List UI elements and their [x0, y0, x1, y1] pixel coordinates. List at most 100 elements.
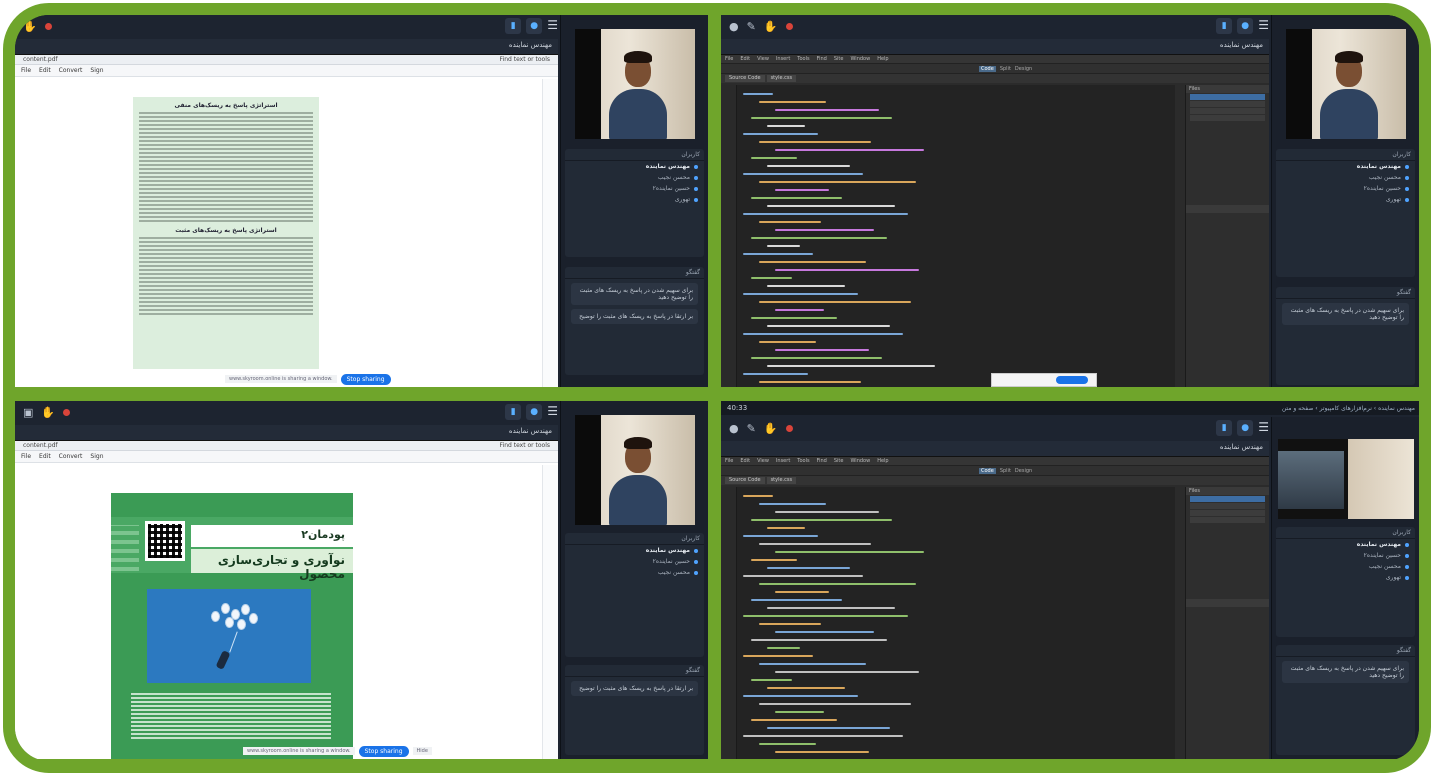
pdf-tab[interactable]: content.pdf: [23, 442, 58, 449]
menu-icon[interactable]: ☰: [1258, 420, 1269, 436]
user-row[interactable]: حسین نماینده٢: [1276, 550, 1415, 561]
menu-sign[interactable]: Sign: [90, 453, 103, 460]
mode-code[interactable]: Code: [979, 66, 996, 72]
tab-source[interactable]: Source Code: [725, 75, 765, 82]
pdf-page-area[interactable]: پودمان۲ نوآوری و تجاری‌سازی محصول: [15, 465, 542, 759]
menu-item[interactable]: Tools: [797, 458, 809, 464]
pdf-find[interactable]: Find text or tools: [500, 442, 550, 449]
stop-sharing-button[interactable]: [1056, 376, 1088, 384]
code-area[interactable]: [721, 85, 1175, 387]
tree-item[interactable]: [1190, 94, 1265, 100]
chat-toggle-icon[interactable]: ▮: [1216, 18, 1233, 34]
users-toggle-icon[interactable]: ●: [1237, 18, 1254, 34]
mic-icon[interactable]: ●: [729, 422, 739, 435]
users-toggle-icon[interactable]: ●: [1237, 420, 1254, 436]
user-row[interactable]: تهوری: [565, 194, 704, 205]
hand-icon[interactable]: ✋: [764, 20, 778, 33]
menu-item[interactable]: Find: [817, 458, 827, 464]
user-row[interactable]: مهندس نماینده: [1276, 539, 1415, 550]
menu-icon[interactable]: ☰: [1258, 18, 1269, 34]
pen-icon[interactable]: ✎: [747, 422, 756, 435]
record-icon[interactable]: [63, 408, 71, 416]
menu-icon[interactable]: ☰: [547, 404, 558, 420]
file-icon[interactable]: ▣: [23, 406, 33, 419]
menu-item[interactable]: Site: [834, 458, 844, 464]
user-row[interactable]: محسن نجیب: [565, 172, 704, 183]
chat-toggle-icon[interactable]: ▮: [505, 404, 522, 420]
hand-icon[interactable]: ✋: [764, 422, 778, 435]
menu-item[interactable]: Help: [877, 458, 888, 464]
mode-split[interactable]: Split: [1000, 66, 1011, 72]
users-toggle-icon[interactable]: ●: [526, 404, 543, 420]
tree-item[interactable]: [1190, 108, 1265, 114]
user-row[interactable]: حسین نماینده٢: [565, 556, 704, 567]
tab-source[interactable]: Source Code: [725, 477, 765, 484]
chat-toggle-icon[interactable]: ▮: [505, 18, 522, 34]
chat-panel: گفتگو بر ارتقا در پاسخ به ریسک های مثبت …: [565, 665, 704, 755]
menu-item[interactable]: Insert: [776, 56, 790, 62]
users-toggle-icon[interactable]: ●: [526, 18, 543, 34]
tree-item[interactable]: [1190, 101, 1265, 107]
chat-toggle-icon[interactable]: ▮: [1216, 420, 1233, 436]
hand-icon[interactable]: ✋: [41, 406, 55, 419]
hide-button[interactable]: Hide: [412, 747, 432, 755]
tree-item[interactable]: [1190, 115, 1265, 121]
user-row[interactable]: محسن نجیب: [1276, 172, 1415, 183]
tree-item[interactable]: [1190, 496, 1265, 502]
hand-icon[interactable]: ✋: [23, 20, 37, 33]
menu-item[interactable]: Window: [850, 458, 870, 464]
user-row[interactable]: مهندس نماینده: [565, 545, 704, 556]
menu-convert[interactable]: Convert: [59, 453, 83, 460]
user-row[interactable]: محسن نجیب: [1276, 561, 1415, 572]
menu-convert[interactable]: Convert: [59, 67, 83, 74]
menu-item[interactable]: View: [757, 458, 769, 464]
menu-sign[interactable]: Sign: [90, 67, 103, 74]
record-icon[interactable]: [44, 22, 52, 30]
pdf-tab[interactable]: content.pdf: [23, 56, 58, 63]
user-row[interactable]: محسن نجیب: [565, 567, 704, 578]
mic-icon[interactable]: ●: [729, 20, 739, 33]
user-row[interactable]: تهوری: [1276, 194, 1415, 205]
menu-edit[interactable]: Edit: [39, 453, 51, 460]
pdf-find[interactable]: Find text or tools: [500, 56, 550, 63]
stop-sharing-button[interactable]: Stop sharing: [340, 373, 391, 385]
record-icon[interactable]: [785, 424, 793, 432]
menu-icon[interactable]: ☰: [547, 18, 558, 34]
menu-file[interactable]: File: [21, 453, 31, 460]
pdf-page-area[interactable]: استراتژی پاسخ به ریسک‌های منفی استراتژی …: [15, 79, 542, 387]
tab-css[interactable]: style.css: [766, 477, 797, 484]
menu-file[interactable]: File: [21, 67, 31, 74]
mode-design[interactable]: Design: [1015, 468, 1032, 474]
menu-item[interactable]: Insert: [776, 458, 790, 464]
mode-design[interactable]: Design: [1015, 66, 1032, 72]
user-row[interactable]: مهندس نماینده: [565, 161, 704, 172]
code-line: [767, 727, 890, 729]
code-area[interactable]: [721, 487, 1175, 759]
menu-item[interactable]: Edit: [740, 56, 750, 62]
menu-item[interactable]: Find: [817, 56, 827, 62]
menu-item[interactable]: File: [725, 56, 733, 62]
tree-item[interactable]: [1190, 503, 1265, 509]
stop-sharing-button[interactable]: Stop sharing: [358, 745, 409, 757]
tree-item[interactable]: [1190, 510, 1265, 516]
pen-icon[interactable]: ✎: [747, 20, 756, 33]
menu-item[interactable]: Tools: [797, 56, 809, 62]
menu-item[interactable]: Window: [850, 56, 870, 62]
pdf-right-tools[interactable]: [542, 79, 558, 387]
menu-item[interactable]: Help: [877, 56, 888, 62]
pdf-right-tools[interactable]: [542, 465, 558, 759]
user-row[interactable]: حسین نماینده٢: [1276, 183, 1415, 194]
menu-item[interactable]: Edit: [740, 458, 750, 464]
menu-item[interactable]: File: [725, 458, 733, 464]
user-row[interactable]: مهندس نماینده: [1276, 161, 1415, 172]
mode-split[interactable]: Split: [1000, 468, 1011, 474]
menu-edit[interactable]: Edit: [39, 67, 51, 74]
tab-css[interactable]: style.css: [766, 75, 797, 82]
menu-item[interactable]: View: [757, 56, 769, 62]
user-row[interactable]: تهوری: [1276, 572, 1415, 583]
menu-item[interactable]: Site: [834, 56, 844, 62]
record-icon[interactable]: [785, 22, 793, 30]
user-row[interactable]: حسین نماینده٢: [565, 183, 704, 194]
tree-item[interactable]: [1190, 517, 1265, 523]
mode-code[interactable]: Code: [979, 468, 996, 474]
